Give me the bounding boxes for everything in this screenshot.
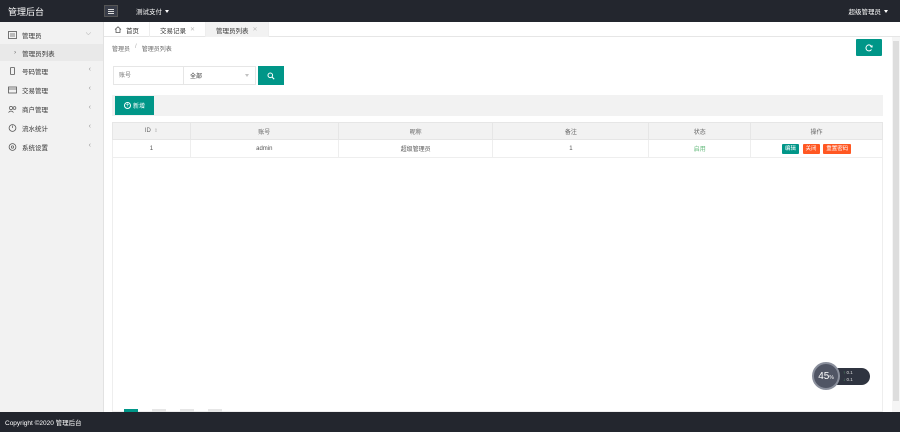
- cell-status: 启用: [648, 139, 752, 158]
- sidebar-item-trade[interactable]: 交易管理 ‹: [0, 80, 103, 99]
- search-icon: [267, 72, 275, 80]
- main-content: 管理员 / 管理员列表 全部 + 新增 ID⇕ 账号 昵称: [104, 37, 892, 412]
- user-menu[interactable]: 超级管理员: [848, 6, 888, 16]
- home-icon: [114, 26, 122, 33]
- sidebar-item-label: 交易管理: [22, 87, 48, 95]
- merchant-icon: [8, 105, 17, 113]
- disable-button[interactable]: 关闭: [802, 143, 820, 154]
- dropdown-arrow-icon: [245, 74, 249, 77]
- tab-bar: 首页 交易记录 ✕ 管理员列表 ✕: [104, 22, 900, 37]
- account-search-input[interactable]: [113, 66, 184, 85]
- cell-id: 1: [112, 139, 191, 158]
- sidebar-item-merchant[interactable]: 商户管理 ‹: [0, 99, 103, 118]
- tab-home[interactable]: 首页: [104, 22, 150, 37]
- phone-icon: [8, 66, 17, 75]
- upload-arrow-icon: ↑: [843, 370, 846, 375]
- close-icon[interactable]: ✕: [253, 26, 258, 33]
- tab-label: 管理员列表: [216, 27, 249, 35]
- settings-icon: [8, 142, 17, 151]
- admin-table: ID ⇕ 账号 昵称 备注 状态 操作 1 admin 超级管理员 1 启用 编辑…: [112, 122, 883, 158]
- table-toolbar: + 新增: [112, 95, 883, 116]
- sidebar-item-label: 商户管理: [22, 106, 48, 114]
- usage-unit: %: [829, 375, 834, 381]
- sidebar-item-label: 号码管理: [22, 68, 48, 76]
- hamburger-icon: [108, 10, 114, 12]
- caret-down-icon: [884, 9, 888, 13]
- reset-password-button[interactable]: 重置密码: [823, 143, 852, 154]
- refresh-button[interactable]: [856, 39, 882, 56]
- project-name: 测试支付: [136, 9, 162, 16]
- menu-toggle-button[interactable]: [104, 5, 118, 17]
- status-select-value: 全部: [190, 74, 203, 80]
- tab-trade-records[interactable]: 交易记录 ✕: [150, 22, 207, 37]
- cell-nickname: 超级管理员: [337, 139, 494, 158]
- chevron-left-icon: ‹: [88, 123, 91, 130]
- tab-label: 首页: [126, 27, 139, 35]
- footer: Copyright ©2020 管理后台: [0, 412, 900, 432]
- cell-account: admin: [189, 139, 339, 158]
- upload-rate: 0.1: [846, 370, 853, 375]
- search-form: 全部: [113, 66, 284, 85]
- column-header-remark: 备注: [492, 122, 650, 140]
- column-header-actions: 操作: [750, 122, 883, 140]
- column-header-nickname: 昵称: [337, 122, 494, 140]
- caret-down-icon: [165, 9, 169, 13]
- breadcrumb-separator: /: [135, 44, 137, 50]
- breadcrumb-root[interactable]: 管理员: [112, 44, 130, 53]
- chevron-left-icon: ‹: [88, 66, 91, 73]
- sidebar-item-admin[interactable]: 管理员 ⌵: [0, 25, 103, 44]
- speed-rates: ↑ 0.1 ↓ 0.1: [843, 369, 853, 383]
- search-button[interactable]: [258, 66, 284, 85]
- download-arrow-icon: ↓: [843, 377, 846, 382]
- sidebar-item-phone[interactable]: 号码管理 ‹: [0, 61, 103, 80]
- cell-remark: 1: [492, 139, 650, 158]
- usage-percent: 45: [818, 370, 830, 382]
- breadcrumb-current: 管理员列表: [141, 47, 172, 53]
- download-rate: 0.1: [846, 377, 853, 382]
- add-button-label: 新增: [132, 104, 145, 110]
- network-speed-widget[interactable]: 45% ↑ 0.1 ↓ 0.1: [812, 362, 870, 390]
- tab-label: 交易记录: [160, 27, 186, 35]
- table-row: 1 admin 超级管理员 1 启用 编辑 关闭 重置密码: [112, 139, 883, 158]
- chevron-right-icon: ›: [14, 49, 17, 56]
- sidebar-item-label: 流水统计: [22, 125, 48, 133]
- plus-circle-icon: +: [123, 102, 131, 109]
- sidebar-item-label: 系统设置: [22, 144, 48, 152]
- sidebar-item-stats[interactable]: 流水统计 ‹: [0, 118, 103, 137]
- chevron-left-icon: ‹: [88, 85, 91, 92]
- sidebar-subitem-admin-list[interactable]: › 管理员列表: [0, 44, 103, 61]
- column-header-status: 状态: [648, 122, 752, 140]
- chevron-left-icon: ‹: [88, 142, 91, 149]
- stats-icon: [8, 123, 17, 132]
- column-header-id[interactable]: ID ⇕: [112, 122, 191, 140]
- cell-actions: 编辑 关闭 重置密码: [750, 139, 883, 158]
- breadcrumb: 管理员 / 管理员列表: [112, 44, 172, 53]
- top-header: 管理后台 测试支付 超级管理员: [0, 0, 900, 22]
- project-selector[interactable]: 测试支付: [136, 6, 169, 16]
- column-header-account: 账号: [189, 122, 339, 140]
- copyright-text: Copyright ©2020 管理后台: [5, 420, 82, 427]
- edit-button[interactable]: 编辑: [781, 143, 799, 154]
- add-button[interactable]: + 新增: [115, 96, 154, 115]
- close-icon[interactable]: ✕: [190, 26, 195, 33]
- chevron-left-icon: ‹: [88, 104, 91, 111]
- admin-icon: [8, 30, 17, 39]
- usage-gauge: 45%: [812, 362, 840, 390]
- tab-admin-list[interactable]: 管理员列表 ✕: [206, 22, 269, 37]
- table-header-row: ID ⇕ 账号 昵称 备注 状态 操作: [112, 122, 883, 140]
- chevron-down-icon: ⌵: [85, 30, 91, 37]
- status-select[interactable]: 全部: [184, 66, 256, 85]
- sidebar: 管理员 ⌵ › 管理员列表 号码管理 ‹ 交易管理 ‹ 商户管理 ‹ 流水统计 …: [0, 22, 104, 412]
- refresh-icon: [865, 43, 873, 51]
- table-frame: [112, 122, 883, 412]
- app-logo: 管理后台: [8, 6, 45, 17]
- scrollbar-thumb[interactable]: [893, 41, 899, 401]
- trade-icon: [8, 86, 17, 94]
- vertical-scrollbar[interactable]: [892, 37, 900, 412]
- sidebar-item-label: 管理员: [22, 32, 42, 40]
- sidebar-subitem-label: 管理员列表: [22, 50, 55, 58]
- sidebar-item-settings[interactable]: 系统设置 ‹: [0, 137, 103, 156]
- sort-icon[interactable]: ⇕: [154, 128, 158, 134]
- user-name: 超级管理员: [848, 9, 882, 16]
